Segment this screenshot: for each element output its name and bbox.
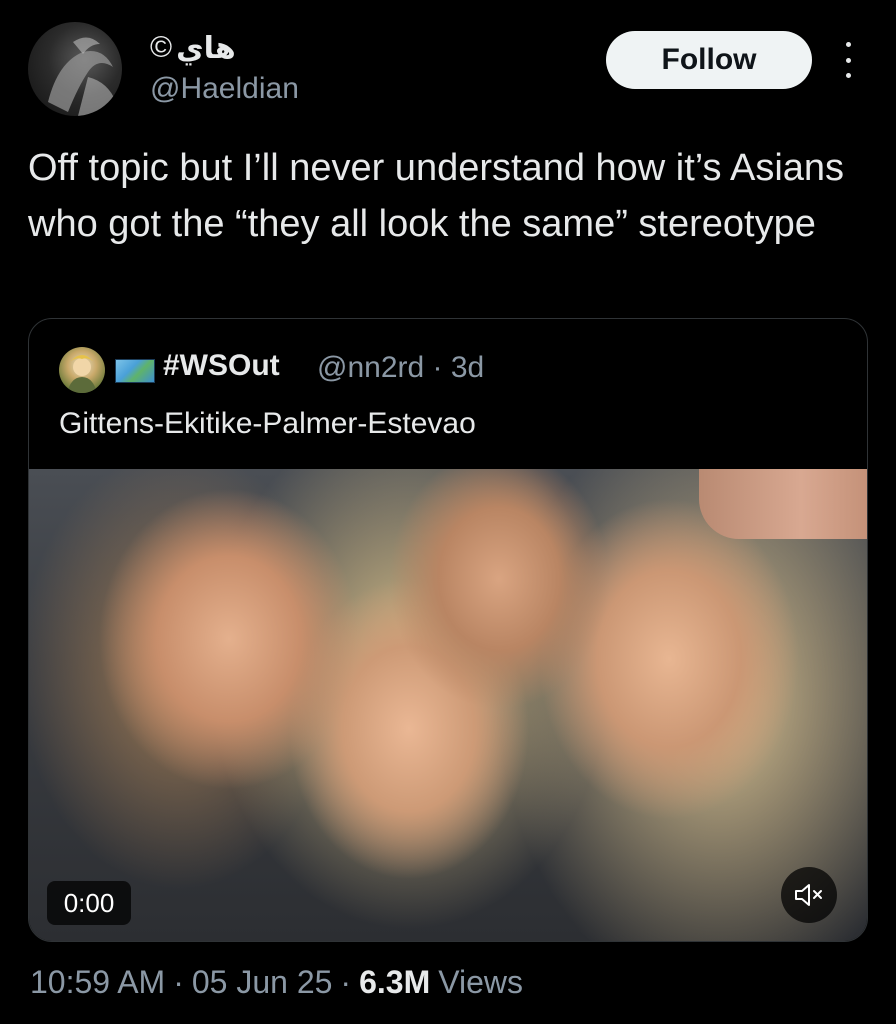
tweet-time: 10:59 AM bbox=[30, 963, 166, 1000]
views-count[interactable]: 6.3M bbox=[359, 964, 430, 1001]
tweet-metadata: 10:59 AM · 05 Jun 25 · 6.3M Views bbox=[30, 962, 523, 1002]
author-display-name: هاي bbox=[176, 31, 236, 65]
quoted-avatar-image bbox=[67, 355, 97, 393]
quoted-author-avatar[interactable] bbox=[59, 347, 105, 393]
tweet-date: 05 Jun 25 bbox=[191, 963, 333, 1000]
views-label: Views bbox=[438, 963, 523, 1000]
mute-glyph bbox=[795, 884, 822, 906]
tweet-text: Off topic but I’ll never understand how … bbox=[28, 147, 845, 245]
speaker-muted-icon[interactable] bbox=[781, 867, 837, 923]
follow-button[interactable]: Follow bbox=[606, 31, 812, 89]
world-map-emoji-icon bbox=[115, 359, 155, 383]
quoted-handle: @nn2rd bbox=[317, 351, 425, 384]
video-player[interactable]: 0:00 bbox=[29, 469, 867, 941]
quoted-meta: @nn2rd · 3d bbox=[317, 351, 484, 385]
copyright-symbol: © bbox=[150, 31, 173, 64]
footer-separator: · bbox=[173, 963, 184, 1000]
video-timestamp: 0:00 bbox=[47, 881, 131, 925]
author-name[interactable]: © هاي bbox=[150, 28, 236, 68]
video-frame-detail bbox=[699, 469, 867, 539]
quoted-tweet-card[interactable]: #WSOut @nn2rd · 3d Gittens-Ekitike-Palme… bbox=[28, 318, 868, 942]
author-handle[interactable]: @Haeldian bbox=[150, 72, 299, 106]
tweet-detail: © هاي @Haeldian Follow Off topic but I’l… bbox=[0, 0, 896, 1024]
quoted-age: 3d bbox=[450, 351, 485, 384]
meta-separator: · bbox=[432, 351, 443, 384]
avatar-image bbox=[48, 37, 116, 116]
quoted-tweet-text: Gittens-Ekitike-Palmer-Estevao bbox=[59, 407, 476, 440]
quoted-display-name[interactable]: #WSOut bbox=[163, 349, 280, 383]
more-vertical-icon[interactable] bbox=[838, 42, 858, 78]
footer-separator: · bbox=[340, 963, 352, 1000]
author-avatar[interactable] bbox=[28, 22, 122, 116]
